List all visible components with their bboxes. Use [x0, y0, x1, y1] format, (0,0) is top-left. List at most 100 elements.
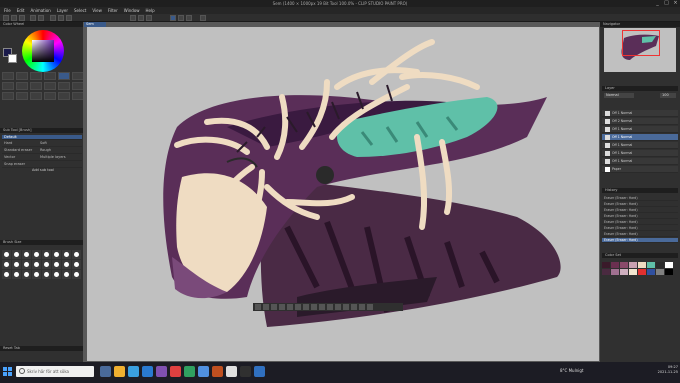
wand-icon[interactable] [186, 15, 192, 21]
maximize-button[interactable]: □ [662, 0, 671, 7]
taskbar-app-icon[interactable] [100, 366, 111, 377]
frame-tool-icon[interactable] [44, 82, 56, 90]
palette-swatch[interactable] [602, 262, 610, 268]
brush-size-preset[interactable] [12, 250, 21, 259]
brush-size-preset[interactable] [32, 270, 41, 279]
history-item[interactable]: Eraser (Eraser: Hard) [602, 214, 678, 219]
brush-size-preset[interactable] [62, 250, 71, 259]
scale-icon[interactable] [359, 304, 365, 310]
fill-icon[interactable] [58, 15, 64, 21]
brush-size-preset[interactable] [22, 260, 31, 269]
crop-icon[interactable] [351, 304, 357, 310]
palette-swatch[interactable] [656, 269, 664, 275]
clear-icon[interactable] [50, 15, 56, 21]
brush-size-preset[interactable] [32, 260, 41, 269]
sub-color-swatch[interactable] [8, 54, 17, 63]
menu-layer[interactable]: Layer [57, 8, 68, 13]
opacity-field[interactable]: 100 [660, 93, 676, 98]
taskbar-app-icon[interactable] [142, 366, 153, 377]
palette-swatch[interactable] [647, 269, 655, 275]
palette-swatch[interactable] [656, 262, 664, 268]
layer-row[interactable]: Off 1 Normal [602, 158, 678, 165]
zoom-out-icon[interactable] [279, 304, 285, 310]
eyedropper-tool-icon[interactable] [30, 92, 42, 100]
brush-size-preset[interactable] [72, 270, 81, 279]
taskbar-app-icon[interactable] [226, 366, 237, 377]
balloon-tool-icon[interactable] [2, 92, 14, 100]
brush-size-preset[interactable] [32, 250, 41, 259]
history-item[interactable]: Eraser (Eraser: Hard) [602, 232, 678, 237]
taskbar-app-icon[interactable] [198, 366, 209, 377]
brush-size-preset[interactable] [62, 260, 71, 269]
prop-row[interactable]: Snap eraser [2, 161, 82, 168]
gradient-tool-icon[interactable] [16, 82, 28, 90]
ruler-icon[interactable] [138, 15, 144, 21]
grid-icon[interactable] [146, 15, 152, 21]
layer-row[interactable]: Paper [602, 166, 678, 173]
minimize-button[interactable]: _ [653, 0, 662, 7]
add-subtool-button[interactable]: Add sub tool [2, 168, 82, 173]
reset-view-icon[interactable] [303, 304, 309, 310]
brush-size-preset[interactable] [2, 260, 11, 269]
palette-swatch[interactable] [611, 269, 619, 275]
brush-size-preset[interactable] [52, 260, 61, 269]
brush-size-preset[interactable] [22, 250, 31, 259]
menu-view[interactable]: View [92, 8, 102, 13]
prop-row[interactable]: Standard eraser Rough [2, 147, 82, 154]
brush-size-preset[interactable] [62, 270, 71, 279]
eraser-tool-icon[interactable] [58, 72, 70, 80]
menu-filter[interactable]: Filter [108, 8, 118, 13]
clock[interactable]: 09:27 2021-11-25 [650, 365, 678, 375]
history-item[interactable]: Eraser (Eraser: Hard) [602, 226, 678, 231]
brush-size-preset[interactable] [42, 250, 51, 259]
pencil-tool-icon[interactable] [16, 72, 28, 80]
taskbar-search-input[interactable]: Skriv här för att söka [16, 366, 94, 377]
redo-icon[interactable] [38, 15, 44, 21]
figure-tool-icon[interactable] [30, 82, 42, 90]
taskbar-app-icon[interactable] [128, 366, 139, 377]
rotate-right-icon[interactable] [263, 304, 269, 310]
palette-swatch[interactable] [602, 269, 610, 275]
color-picker-square[interactable] [32, 40, 54, 62]
pen-tool-icon[interactable] [2, 72, 14, 80]
brush-size-preset[interactable] [42, 270, 51, 279]
undo-small-icon[interactable] [311, 304, 317, 310]
palette-swatch[interactable] [665, 269, 673, 275]
brush-size-preset[interactable] [12, 270, 21, 279]
ruler-tool-icon[interactable] [58, 82, 70, 90]
layer-row[interactable]: Off 1 Normal [602, 150, 678, 157]
history-item[interactable]: Eraser (Eraser: Hard) [602, 220, 678, 225]
brush-size-preset[interactable] [42, 260, 51, 269]
transform-icon[interactable] [66, 15, 72, 21]
airbrush-tool-icon[interactable] [44, 72, 56, 80]
palette-swatch[interactable] [620, 269, 628, 275]
taskbar-app-icon[interactable] [170, 366, 181, 377]
flip-icon[interactable] [271, 304, 277, 310]
deselect-icon[interactable] [335, 304, 341, 310]
brush-size-preset[interactable] [2, 250, 11, 259]
layer-row[interactable]: Off 2 Normal [602, 118, 678, 125]
taskbar-app-icon[interactable] [156, 366, 167, 377]
menu-help[interactable]: Help [146, 8, 155, 13]
rotate-left-icon[interactable] [255, 304, 261, 310]
prop-row[interactable]: Hard Soft [2, 140, 82, 147]
palette-swatch[interactable] [665, 262, 673, 268]
layer-row[interactable]: Off 1 Normal [602, 134, 678, 141]
line-tool-icon[interactable] [16, 92, 28, 100]
brush-size-preset[interactable] [2, 270, 11, 279]
taskbar-app-icon[interactable] [212, 366, 223, 377]
new-file-icon[interactable] [3, 15, 9, 21]
weather-label[interactable]: 8°C Mulnigt [560, 368, 583, 373]
history-item[interactable]: Eraser (Eraser: Hard) [602, 238, 678, 243]
menu-animation[interactable]: Animation [30, 8, 50, 13]
brush-size-preset[interactable] [72, 260, 81, 269]
snap-icon[interactable] [130, 15, 136, 21]
palette-swatch[interactable] [620, 262, 628, 268]
save-icon[interactable] [19, 15, 25, 21]
prop-row[interactable]: Vector Multiple layers [2, 154, 82, 161]
open-icon[interactable] [11, 15, 17, 21]
close-button[interactable]: × [671, 0, 680, 7]
navigator-view-rect[interactable] [622, 30, 660, 56]
brush-size-preset[interactable] [52, 270, 61, 279]
brush-size-preset[interactable] [12, 260, 21, 269]
